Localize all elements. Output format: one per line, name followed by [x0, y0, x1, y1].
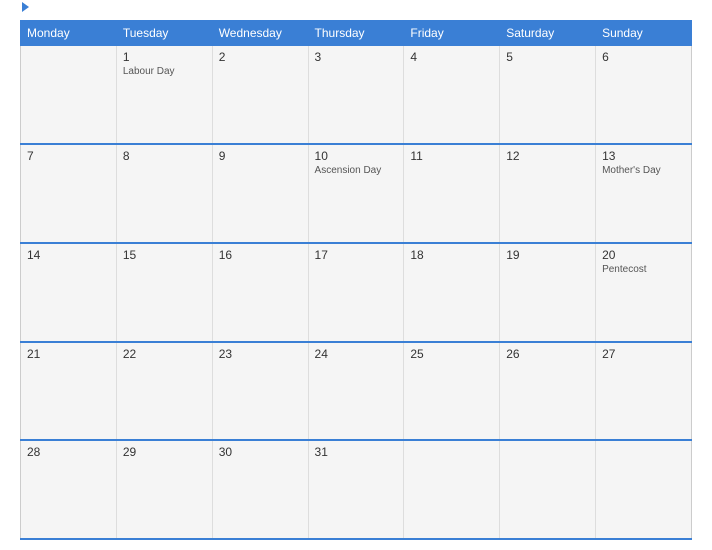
calendar-cell	[500, 440, 596, 539]
calendar-cell	[596, 440, 692, 539]
calendar-cell: 20 Pentecost	[596, 243, 692, 342]
calendar-cell: 31	[308, 440, 404, 539]
day-number: 11	[410, 149, 493, 163]
calendar-cell: 4	[404, 46, 500, 145]
day-number: 5	[506, 50, 589, 64]
calendar-cell: 12	[500, 144, 596, 243]
calendar-cell: 16	[212, 243, 308, 342]
calendar-cell: 3	[308, 46, 404, 145]
calendar-table: MondayTuesdayWednesdayThursdayFridaySatu…	[20, 20, 692, 540]
day-number: 15	[123, 248, 206, 262]
day-number: 10	[315, 149, 398, 163]
day-number: 24	[315, 347, 398, 361]
day-number: 3	[315, 50, 398, 64]
week-row-4: 21 22 23 24 25 26 27	[21, 342, 692, 441]
day-number: 30	[219, 445, 302, 459]
calendar-cell: 22	[116, 342, 212, 441]
calendar-cell	[21, 46, 117, 145]
day-number: 25	[410, 347, 493, 361]
week-row-2: 789 10 Ascension Day 11 12 13 Mother's Day	[21, 144, 692, 243]
day-number: 16	[219, 248, 302, 262]
week-row-1: 1 Labour Day 23456	[21, 46, 692, 145]
calendar-cell	[404, 440, 500, 539]
holiday-label: Ascension Day	[315, 165, 398, 176]
calendar-cell: 10 Ascension Day	[308, 144, 404, 243]
calendar-cell: 17	[308, 243, 404, 342]
weekday-header-tuesday: Tuesday	[116, 21, 212, 46]
day-number: 31	[315, 445, 398, 459]
calendar-header	[20, 10, 692, 12]
weekday-header-monday: Monday	[21, 21, 117, 46]
day-number: 12	[506, 149, 589, 163]
calendar-cell: 1 Labour Day	[116, 46, 212, 145]
day-number: 27	[602, 347, 685, 361]
day-number: 1	[123, 50, 206, 64]
calendar-cell: 25	[404, 342, 500, 441]
calendar-cell: 9	[212, 144, 308, 243]
calendar-cell: 11	[404, 144, 500, 243]
day-number: 18	[410, 248, 493, 262]
calendar-cell: 24	[308, 342, 404, 441]
calendar-cell: 19	[500, 243, 596, 342]
day-number: 22	[123, 347, 206, 361]
calendar-cell: 6	[596, 46, 692, 145]
day-number: 29	[123, 445, 206, 459]
day-number: 2	[219, 50, 302, 64]
calendar-cell: 5	[500, 46, 596, 145]
day-number: 8	[123, 149, 206, 163]
calendar-cell: 14	[21, 243, 117, 342]
calendar-cell: 23	[212, 342, 308, 441]
holiday-label: Labour Day	[123, 66, 206, 77]
calendar-cell: 28	[21, 440, 117, 539]
calendar-cell: 2	[212, 46, 308, 145]
logo-triangle-icon	[22, 2, 29, 12]
calendar-cell: 29	[116, 440, 212, 539]
calendar-cell: 13 Mother's Day	[596, 144, 692, 243]
calendar-cell: 7	[21, 144, 117, 243]
logo	[20, 10, 29, 12]
holiday-label: Mother's Day	[602, 165, 685, 176]
day-number: 4	[410, 50, 493, 64]
day-number: 14	[27, 248, 110, 262]
weekday-header-thursday: Thursday	[308, 21, 404, 46]
weekday-header-wednesday: Wednesday	[212, 21, 308, 46]
calendar-cell: 8	[116, 144, 212, 243]
day-number: 19	[506, 248, 589, 262]
day-number: 7	[27, 149, 110, 163]
calendar-cell: 27	[596, 342, 692, 441]
calendar-cell: 18	[404, 243, 500, 342]
day-number: 26	[506, 347, 589, 361]
week-row-3: 14 15 16 17 18 19 20 Pentecost	[21, 243, 692, 342]
weekday-header-sunday: Sunday	[596, 21, 692, 46]
day-number: 13	[602, 149, 685, 163]
day-number: 21	[27, 347, 110, 361]
day-number: 20	[602, 248, 685, 262]
calendar-cell: 15	[116, 243, 212, 342]
calendar-cell: 21	[21, 342, 117, 441]
calendar-cell: 26	[500, 342, 596, 441]
holiday-label: Pentecost	[602, 264, 685, 275]
day-number: 9	[219, 149, 302, 163]
day-number: 17	[315, 248, 398, 262]
day-number: 28	[27, 445, 110, 459]
weekday-header-row: MondayTuesdayWednesdayThursdayFridaySatu…	[21, 21, 692, 46]
day-number: 23	[219, 347, 302, 361]
week-row-5: 28 29 30 31	[21, 440, 692, 539]
day-number: 6	[602, 50, 685, 64]
calendar-cell: 30	[212, 440, 308, 539]
weekday-header-friday: Friday	[404, 21, 500, 46]
weekday-header-saturday: Saturday	[500, 21, 596, 46]
